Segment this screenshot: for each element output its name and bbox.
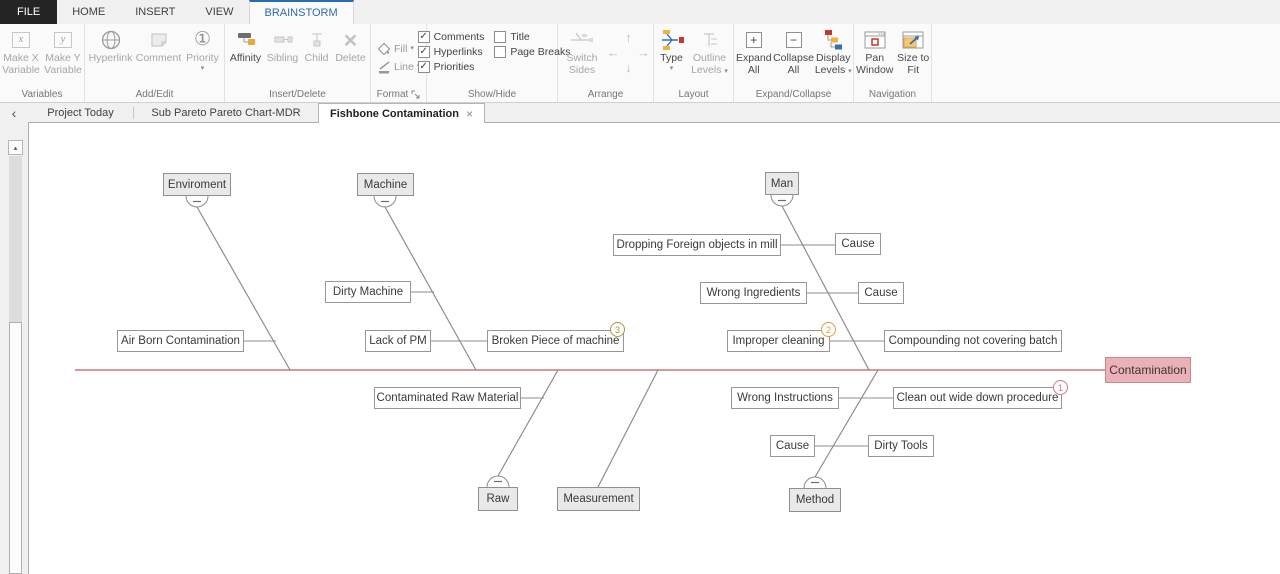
app-window: FILE HOME INSERT VIEW BRAINSTORM x Make … [0, 0, 1280, 574]
cause-node-cause-top-2[interactable]: Cause [858, 282, 904, 304]
cause-node-improper-cleaning[interactable]: Improper cleaning [727, 330, 830, 352]
cause-node-compounding[interactable]: Compounding not covering batch [884, 330, 1062, 352]
category-node-man[interactable]: Man [765, 172, 799, 195]
cause-node-wrong-ingredients[interactable]: Wrong Ingredients [700, 282, 807, 304]
category-node-raw[interactable]: Raw [478, 487, 518, 511]
cause-node-dirty-tools[interactable]: Dirty Tools [868, 435, 934, 457]
category-node-method[interactable]: Method [789, 488, 841, 512]
cause-node-dirty-machine[interactable]: Dirty Machine [325, 281, 411, 303]
category-node-machine[interactable]: Machine [357, 173, 414, 196]
cause-node-contaminated-raw-material[interactable]: Contaminated Raw Material [374, 387, 521, 409]
cause-node-dropping-foreign-objects[interactable]: Dropping Foreign objects in mill [613, 234, 781, 256]
doc-tab-fishbone-label: Fishbone Contamination [330, 108, 459, 120]
cause-node-lack-of-pm[interactable]: Lack of PM [365, 330, 431, 352]
cause-node-broken-piece[interactable]: Broken Piece of machine [487, 330, 624, 352]
cause-node-cause-top-1[interactable]: Cause [835, 233, 881, 255]
category-node-measurement[interactable]: Measurement [557, 487, 640, 511]
cause-node-cause-bottom[interactable]: Cause [770, 435, 815, 457]
cause-node-wrong-instructions[interactable]: Wrong Instructions [731, 387, 839, 409]
fishbone-diagram: Enviroment Machine Man Raw Measurement M… [0, 0, 1280, 574]
close-tab-icon[interactable]: × [466, 107, 473, 121]
priority-badge-2: 2 [821, 322, 836, 337]
cause-node-air-born-contamination[interactable]: Air Born Contamination [117, 330, 244, 352]
doc-tab-fishbone-contamination[interactable]: Fishbone Contamination × [318, 103, 485, 123]
category-node-environment[interactable]: Enviroment [163, 173, 231, 196]
priority-badge-3: 3 [610, 322, 625, 337]
cause-node-clean-out-procedure[interactable]: Clean out wide down procedure [893, 387, 1062, 409]
effect-node-contamination[interactable]: Contamination [1105, 357, 1191, 383]
fishbone-lines [0, 0, 1280, 574]
priority-badge-1: 1 [1053, 380, 1068, 395]
